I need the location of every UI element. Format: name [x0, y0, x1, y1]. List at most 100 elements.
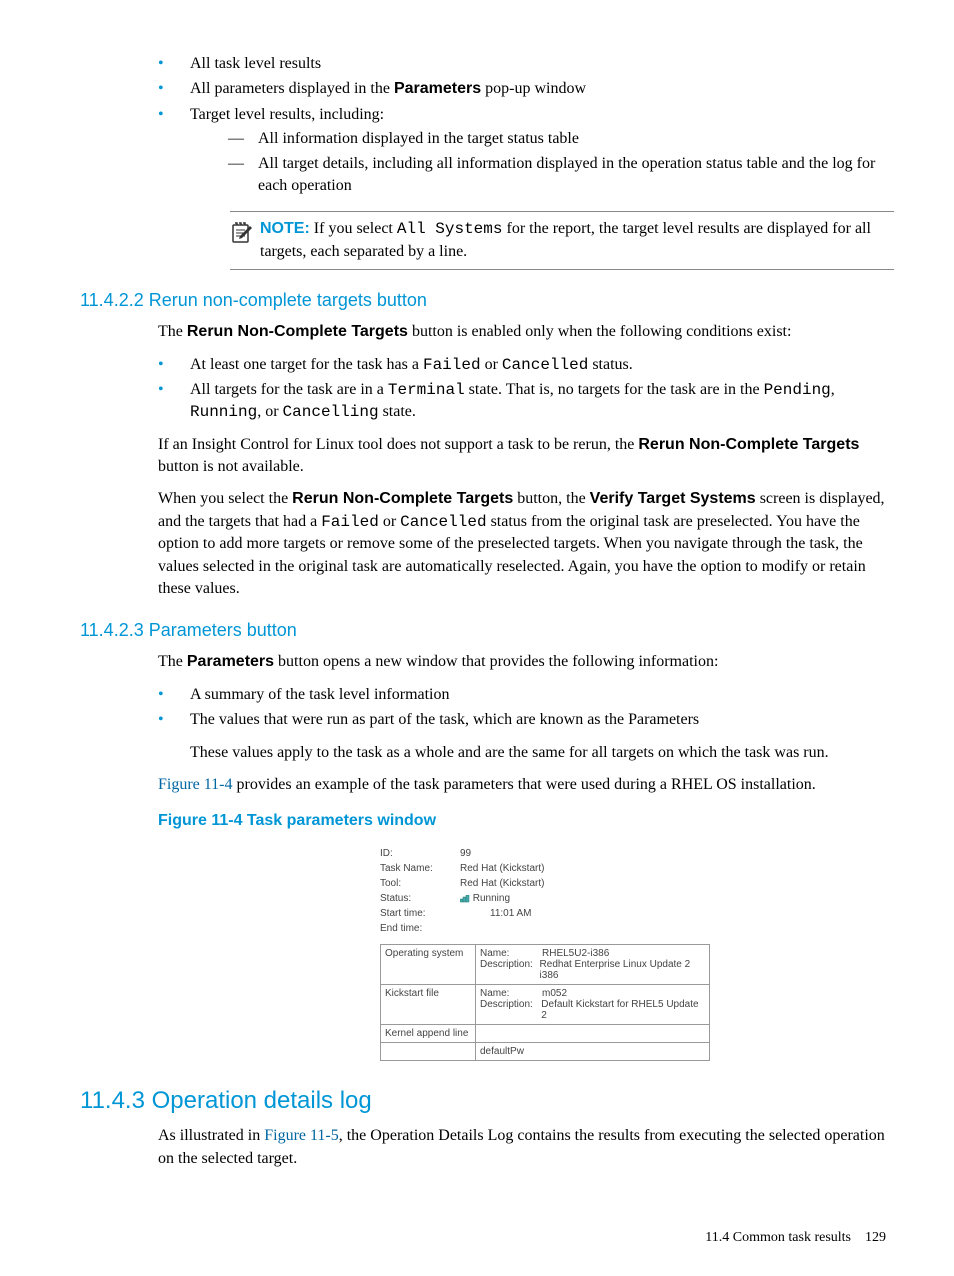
figure-11-4: ID:99 Task Name:Red Hat (Kickstart) Tool…: [380, 846, 710, 1061]
text: Target level results, including:: [190, 106, 384, 123]
text: All targets for the task are in a: [190, 381, 388, 398]
page-number: 129: [865, 1230, 886, 1245]
figure-caption: Figure 11-4 Task parameters window: [158, 812, 894, 830]
figure-table: Operating system Name:RHEL5U2-i386 Descr…: [380, 944, 710, 1061]
value: RHEL5U2-i386: [542, 948, 609, 959]
table-row: Operating system Name:RHEL5U2-i386 Descr…: [381, 945, 710, 985]
text: ,: [831, 381, 835, 398]
text-bold: Verify Target Systems: [590, 490, 756, 507]
footer-section: 11.4 Common task results: [705, 1230, 851, 1245]
text: pop-up window: [481, 80, 586, 97]
paragraph: When you select the Rerun Non-Complete T…: [158, 488, 894, 600]
text: button is not available.: [158, 458, 304, 475]
list-item: At least one target for the task has a F…: [158, 354, 894, 376]
value: Red Hat (Kickstart): [460, 861, 544, 876]
table-row: defaultPw: [381, 1043, 710, 1061]
code-text: Failed: [321, 513, 379, 531]
code-text: Cancelled: [502, 356, 588, 374]
text-bold: Rerun Non-Complete Targets: [292, 490, 513, 507]
figure-link[interactable]: Figure 11-5: [264, 1127, 339, 1144]
list-item: All parameters displayed in the Paramete…: [158, 78, 894, 100]
parameters-info-list: A summary of the task level information …: [80, 684, 894, 732]
label: End time:: [380, 921, 460, 936]
text: state.: [379, 403, 416, 420]
list-item: All targets for the task are in a Termin…: [158, 379, 894, 424]
paragraph: As illustrated in Figure 11-5, the Opera…: [158, 1125, 894, 1170]
page-footer: 11.4 Common task results 129: [80, 1230, 894, 1246]
note-block: NOTE: If you select All Systems for the …: [230, 211, 894, 270]
value: Redhat Enterprise Linux Update 2 i386: [540, 959, 705, 981]
list-item: All task level results: [158, 53, 894, 75]
text: The: [158, 653, 187, 670]
cell-label: Kickstart file: [381, 985, 476, 1025]
text: button opens a new window that provides …: [274, 653, 718, 670]
text-bold: Parameters: [187, 653, 274, 670]
paragraph: If an Insight Control for Linux tool doe…: [158, 434, 894, 479]
text: The values that were run as part of the …: [190, 711, 699, 728]
value: Red Hat (Kickstart): [460, 876, 544, 891]
list-item: A summary of the task level information: [158, 684, 894, 706]
list-item: Target level results, including: All inf…: [158, 104, 894, 198]
cell-label: [381, 1043, 476, 1061]
text: All parameters displayed in the: [190, 80, 394, 97]
list-item: All target details, including all inform…: [228, 153, 894, 198]
figure-info-block: ID:99 Task Name:Red Hat (Kickstart) Tool…: [380, 846, 710, 936]
text: or: [481, 356, 502, 373]
heading-11-4-2-2: 11.4.2.2 Rerun non-complete targets butt…: [80, 290, 894, 311]
text: If an Insight Control for Linux tool doe…: [158, 436, 638, 453]
label: Name:: [480, 948, 542, 959]
heading-11-4-3: 11.4.3 Operation details log: [80, 1087, 894, 1115]
cell-value: defaultPw: [476, 1043, 710, 1061]
cell-value: Name:m052 Description:Default Kickstart …: [476, 985, 710, 1025]
label: Task Name:: [380, 861, 460, 876]
label: Status:: [380, 891, 460, 906]
running-icon: [460, 895, 470, 903]
cell-value: [476, 1025, 710, 1043]
cell-value: Name:RHEL5U2-i386 Description:Redhat Ent…: [476, 945, 710, 985]
value: 11:01 AM: [460, 906, 532, 921]
label: ID:: [380, 846, 460, 861]
label: Description:: [480, 999, 541, 1021]
label: Start time:: [380, 906, 460, 921]
text: If you select: [310, 220, 397, 237]
label: Tool:: [380, 876, 460, 891]
note-content: NOTE: If you select All Systems for the …: [260, 218, 894, 263]
text: button is enabled only when the followin…: [408, 323, 792, 340]
figure-link[interactable]: Figure 11-4: [158, 776, 233, 793]
value: Default Kickstart for RHEL5 Update 2: [541, 999, 705, 1021]
code-text: Cancelling: [283, 403, 379, 421]
text-bold: Rerun Non-Complete Targets: [187, 323, 408, 340]
table-row: Kickstart file Name:m052 Description:Def…: [381, 985, 710, 1025]
list-item: All information displayed in the target …: [228, 128, 894, 150]
value: Running: [460, 891, 510, 906]
heading-11-4-2-3: 11.4.2.3 Parameters button: [80, 620, 894, 641]
text: status.: [588, 356, 632, 373]
code-text: Pending: [764, 381, 831, 399]
code-text: Terminal: [388, 381, 465, 399]
text-bold: Parameters: [394, 80, 481, 97]
value: m052: [542, 988, 567, 999]
label: Description:: [480, 959, 540, 981]
top-bullets: All task level results All parameters di…: [80, 53, 894, 197]
note-icon: [230, 218, 260, 251]
paragraph: Figure 11-4 provides an example of the t…: [158, 774, 894, 796]
cell-label: Kernel append line: [381, 1025, 476, 1043]
text: All target details, including all inform…: [258, 155, 875, 194]
text-bold: Rerun Non-Complete Targets: [638, 436, 859, 453]
paragraph: The Parameters button opens a new window…: [158, 651, 894, 673]
text: All task level results: [190, 55, 321, 72]
code-text: Cancelled: [400, 513, 486, 531]
code-text: Failed: [423, 356, 481, 374]
list-item: The values that were run as part of the …: [158, 709, 894, 731]
sub-list: All information displayed in the target …: [190, 128, 894, 197]
text: At least one target for the task has a: [190, 356, 423, 373]
page-content: All task level results All parameters di…: [0, 0, 954, 1276]
text: state. That is, no targets for the task …: [465, 381, 764, 398]
rerun-conditions-list: At least one target for the task has a F…: [80, 354, 894, 424]
value: 99: [460, 846, 471, 861]
cell-label: Operating system: [381, 945, 476, 985]
text: These values apply to the task as a whol…: [190, 744, 829, 761]
note-label: NOTE:: [260, 220, 310, 237]
text: When you select the: [158, 490, 292, 507]
text: button, the: [513, 490, 589, 507]
